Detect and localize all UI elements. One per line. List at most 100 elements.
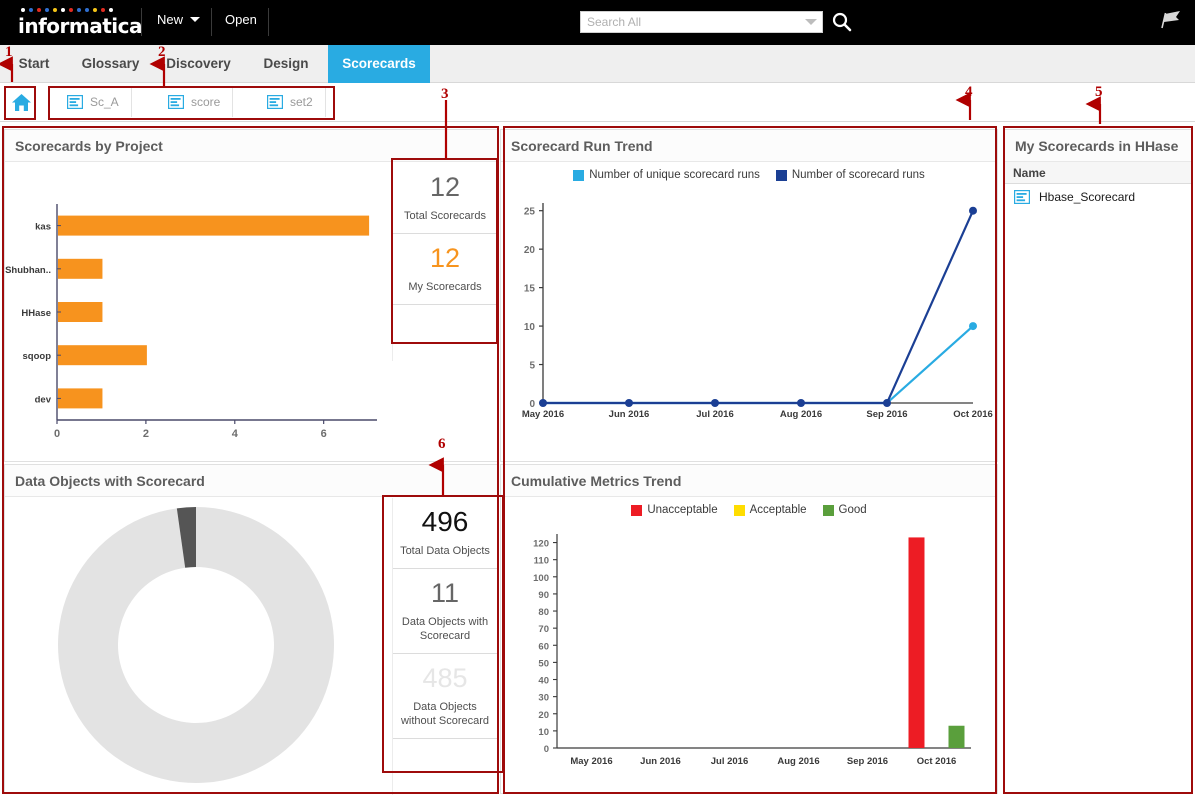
scorecard-chip-label: set2 xyxy=(290,95,313,109)
axis-tick-label: 0 xyxy=(54,428,60,440)
panel-scorecard-run-trend: Scorecard Run Trend Number of unique sco… xyxy=(500,129,998,462)
bar xyxy=(58,302,103,322)
legend-swatch xyxy=(733,504,745,516)
data-point xyxy=(883,399,891,407)
axis-tick-label: 6 xyxy=(321,428,327,440)
tab-glossary[interactable]: Glossary xyxy=(68,45,153,83)
scorecard-chip-sc-a[interactable]: Sc_A xyxy=(55,87,132,117)
kpi-my-scorecards: 12 My Scorecards xyxy=(393,234,497,305)
scorecards-by-project-chart[interactable]: kas Shubhan.. HHase sqoop dev 0 2 4 6 xyxy=(5,162,389,460)
legend-item-good[interactable]: Good xyxy=(822,504,867,516)
home-button[interactable] xyxy=(7,88,35,116)
new-menu[interactable]: New xyxy=(157,12,201,27)
y-axis-category-label: HHase xyxy=(21,308,51,319)
open-menu[interactable]: Open xyxy=(225,12,257,27)
logo-dot xyxy=(77,7,81,12)
axis-tick-label: 15 xyxy=(524,284,536,295)
logo-dot xyxy=(21,7,25,12)
axis-tick-label: 80 xyxy=(538,607,549,618)
tab-start[interactable]: Start xyxy=(0,45,68,83)
scorecard-icon xyxy=(267,95,284,110)
logo-dot xyxy=(45,7,49,12)
scorecard-chip-label: score xyxy=(191,95,221,109)
x-axis-tick-label: Jun 2016 xyxy=(640,756,681,767)
panel-my-scorecards: My Scorecards in HHase Name Hbase_Scorec… xyxy=(1004,129,1192,794)
legend-item-acceptable[interactable]: Acceptable xyxy=(733,504,807,516)
chevron-down-icon xyxy=(190,17,201,23)
axis-tick-label: 5 xyxy=(529,361,535,372)
axis-tick-label: 0 xyxy=(544,744,549,755)
tab-discovery[interactable]: Discovery xyxy=(153,45,244,83)
line-series xyxy=(543,210,975,405)
search-bar[interactable] xyxy=(580,11,823,33)
cumulative-legend: Unacceptable Acceptable Good xyxy=(501,497,997,516)
data-point xyxy=(711,399,719,407)
kpi-value: 496 xyxy=(421,506,469,537)
axis-tick-label: 40 xyxy=(538,676,549,687)
cumulative-metrics-chart[interactable]: 0 10 20 30 40 50 60 70 80 90 100 110 120 May 2016 Jun … xyxy=(501,516,995,786)
data-point xyxy=(797,399,805,407)
axis-tick-label: 120 xyxy=(533,539,549,550)
x-axis-tick-label: Oct 2016 xyxy=(917,756,957,767)
x-axis-tick-label: Aug 2016 xyxy=(780,409,822,420)
axis-tick-label: 10 xyxy=(538,727,549,738)
axis-tick-label: 60 xyxy=(538,641,549,652)
axis-tick-label: 30 xyxy=(538,693,549,704)
y-axis-category-label: Shubhan.. xyxy=(5,265,51,276)
scorecard-chip-set2[interactable]: set2 xyxy=(255,87,326,117)
data-point xyxy=(969,322,977,331)
axis-tick-label: 50 xyxy=(538,658,549,669)
list-item[interactable]: Hbase_Scorecard xyxy=(1005,184,1191,210)
flag-button[interactable] xyxy=(1157,8,1183,30)
legend-item-unique-runs[interactable]: Number of unique scorecard runs xyxy=(573,169,760,181)
search-input[interactable] xyxy=(581,12,796,32)
data-point xyxy=(539,399,547,407)
logo-dot xyxy=(93,7,97,12)
panel-data-objects-with-scorecard: Data Objects with Scorecard 496 Total Da… xyxy=(4,464,498,795)
kpi-value: 11 xyxy=(430,578,460,608)
data-objects-donut-chart[interactable] xyxy=(5,497,389,792)
axis-tick-label: 10 xyxy=(524,322,536,333)
panel-title: Scorecard Run Trend xyxy=(501,130,997,162)
legend-swatch xyxy=(631,504,643,516)
scorecard-run-trend-chart[interactable]: 0510152025May 2016 Jun 2016 Jul 2016 Aug 20… xyxy=(501,181,995,453)
scorecard-icon xyxy=(168,95,185,110)
axis-tick-label: 70 xyxy=(538,624,549,635)
axis-tick-label: 100 xyxy=(533,573,549,584)
new-menu-label: New xyxy=(157,12,184,27)
logo-dots xyxy=(18,6,148,13)
search-icon xyxy=(832,12,852,32)
axis-tick-label: 20 xyxy=(538,710,549,721)
tab-scorecards[interactable]: Scorecards xyxy=(328,45,430,83)
scorecard-chip-score[interactable]: score xyxy=(156,87,234,117)
home-icon xyxy=(11,93,31,111)
legend-label: Number of unique scorecard runs xyxy=(589,169,760,181)
tab-design[interactable]: Design xyxy=(244,45,328,83)
bar xyxy=(58,258,103,279)
kpi-total-data-objects: 496 Total Data Objects xyxy=(393,498,497,569)
x-axis-tick-label: Oct 2016 xyxy=(953,409,993,420)
header-divider-2 xyxy=(211,8,212,36)
search-button[interactable] xyxy=(831,11,853,33)
legend-item-total-runs[interactable]: Number of scorecard runs xyxy=(775,169,925,181)
axis-tick-label: 25 xyxy=(524,207,536,218)
scorecard-chip-label: Sc_A xyxy=(90,95,119,109)
flag-icon xyxy=(1161,11,1180,29)
axis-tick-label: 90 xyxy=(538,590,549,601)
panel-title: Cumulative Metrics Trend xyxy=(501,465,997,497)
kpi-label: My Scorecards xyxy=(408,281,482,293)
bar xyxy=(908,537,925,748)
legend-swatch xyxy=(822,504,834,516)
informatica-logo[interactable]: informatica xyxy=(18,6,148,40)
kpi-label: Data Objects without Scorecard xyxy=(400,701,490,727)
logo-dot xyxy=(101,7,105,12)
search-dropdown-caret-icon[interactable] xyxy=(805,19,817,25)
kpi-label: Data Objects with Scorecard xyxy=(401,616,489,642)
bar xyxy=(948,725,965,748)
legend-item-unacceptable[interactable]: Unacceptable xyxy=(631,504,718,516)
kpi-value: 485 xyxy=(422,663,468,693)
kpi-column-data-objects: 496 Total Data Objects 11 Data Objects w… xyxy=(392,498,497,795)
bar xyxy=(58,345,147,366)
kpi-label: Total Scorecards xyxy=(404,210,486,222)
axis-tick-label: 20 xyxy=(524,245,536,256)
